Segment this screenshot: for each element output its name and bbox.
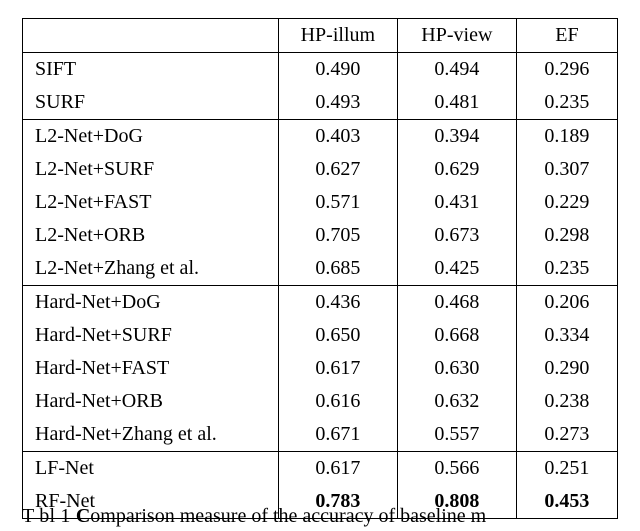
table-header-row: HP-illum HP-view EF bbox=[23, 19, 618, 53]
col-hp-illum-header: HP-illum bbox=[278, 19, 397, 53]
table-row: LF-Net 0.617 0.566 0.251 bbox=[23, 452, 618, 486]
value-cell: 0.494 bbox=[397, 53, 516, 87]
value-cell: 0.334 bbox=[516, 319, 617, 352]
table-row: SURF 0.493 0.481 0.235 bbox=[23, 86, 618, 120]
value-cell: 0.566 bbox=[397, 452, 516, 486]
table-row: Hard-Net+DoG 0.436 0.468 0.206 bbox=[23, 286, 618, 320]
method-cell: Hard-Net+SURF bbox=[23, 319, 279, 352]
value-cell: 0.571 bbox=[278, 186, 397, 219]
col-method-header bbox=[23, 19, 279, 53]
method-cell: L2-Net+ORB bbox=[23, 219, 279, 252]
col-ef-header: EF bbox=[516, 19, 617, 53]
value-cell: 0.273 bbox=[516, 418, 617, 452]
value-cell: 0.490 bbox=[278, 53, 397, 87]
value-cell: 0.394 bbox=[397, 120, 516, 154]
method-cell: Hard-Net+DoG bbox=[23, 286, 279, 320]
value-cell: 0.650 bbox=[278, 319, 397, 352]
value-cell: 0.436 bbox=[278, 286, 397, 320]
value-cell: 0.685 bbox=[278, 252, 397, 286]
caption-text: omparison measure of the accuracy of bas… bbox=[90, 505, 486, 527]
value-cell: 0.557 bbox=[397, 418, 516, 452]
value-cell: 0.189 bbox=[516, 120, 617, 154]
value-cell: 0.627 bbox=[278, 153, 397, 186]
method-cell: L2-Net+Zhang et al. bbox=[23, 252, 279, 286]
table-row: Hard-Net+FAST 0.617 0.630 0.290 bbox=[23, 352, 618, 385]
value-cell: 0.251 bbox=[516, 452, 617, 486]
results-table: HP-illum HP-view EF SIFT 0.490 0.494 0.2… bbox=[22, 18, 618, 519]
value-cell: 0.290 bbox=[516, 352, 617, 385]
table-row: L2-Net+ORB 0.705 0.673 0.298 bbox=[23, 219, 618, 252]
caption-bold: C bbox=[76, 505, 90, 527]
value-cell: 0.235 bbox=[516, 252, 617, 286]
value-cell: 0.431 bbox=[397, 186, 516, 219]
caption-lead: T bl 1 bbox=[22, 505, 76, 527]
value-cell: 0.671 bbox=[278, 418, 397, 452]
value-cell: 0.630 bbox=[397, 352, 516, 385]
method-cell: L2-Net+FAST bbox=[23, 186, 279, 219]
method-cell: L2-Net+DoG bbox=[23, 120, 279, 154]
value-cell: 0.235 bbox=[516, 86, 617, 120]
method-cell: L2-Net+SURF bbox=[23, 153, 279, 186]
value-cell: 0.673 bbox=[397, 219, 516, 252]
value-cell: 0.668 bbox=[397, 319, 516, 352]
value-cell: 0.296 bbox=[516, 53, 617, 87]
value-cell: 0.493 bbox=[278, 86, 397, 120]
method-cell: SIFT bbox=[23, 53, 279, 87]
value-cell: 0.616 bbox=[278, 385, 397, 418]
method-cell: SURF bbox=[23, 86, 279, 120]
table-row: Hard-Net+ORB 0.616 0.632 0.238 bbox=[23, 385, 618, 418]
method-cell: Hard-Net+ORB bbox=[23, 385, 279, 418]
value-cell: 0.629 bbox=[397, 153, 516, 186]
method-cell: Hard-Net+FAST bbox=[23, 352, 279, 385]
value-cell: 0.298 bbox=[516, 219, 617, 252]
value-cell: 0.617 bbox=[278, 452, 397, 486]
value-cell: 0.705 bbox=[278, 219, 397, 252]
value-cell: 0.425 bbox=[397, 252, 516, 286]
table-caption: T bl 1 Comparison measure of the accurac… bbox=[22, 505, 618, 531]
table-row: SIFT 0.490 0.494 0.296 bbox=[23, 53, 618, 87]
value-cell: 0.403 bbox=[278, 120, 397, 154]
col-hp-view-header: HP-view bbox=[397, 19, 516, 53]
table-row: Hard-Net+Zhang et al. 0.671 0.557 0.273 bbox=[23, 418, 618, 452]
value-cell: 0.206 bbox=[516, 286, 617, 320]
table-row: Hard-Net+SURF 0.650 0.668 0.334 bbox=[23, 319, 618, 352]
table-row: L2-Net+DoG 0.403 0.394 0.189 bbox=[23, 120, 618, 154]
method-cell: LF-Net bbox=[23, 452, 279, 486]
method-cell: Hard-Net+Zhang et al. bbox=[23, 418, 279, 452]
value-cell: 0.632 bbox=[397, 385, 516, 418]
value-cell: 0.238 bbox=[516, 385, 617, 418]
value-cell: 0.229 bbox=[516, 186, 617, 219]
value-cell: 0.468 bbox=[397, 286, 516, 320]
value-cell: 0.481 bbox=[397, 86, 516, 120]
table-row: L2-Net+SURF 0.627 0.629 0.307 bbox=[23, 153, 618, 186]
table-row: L2-Net+FAST 0.571 0.431 0.229 bbox=[23, 186, 618, 219]
table-row: L2-Net+Zhang et al. 0.685 0.425 0.235 bbox=[23, 252, 618, 286]
value-cell: 0.617 bbox=[278, 352, 397, 385]
value-cell: 0.307 bbox=[516, 153, 617, 186]
